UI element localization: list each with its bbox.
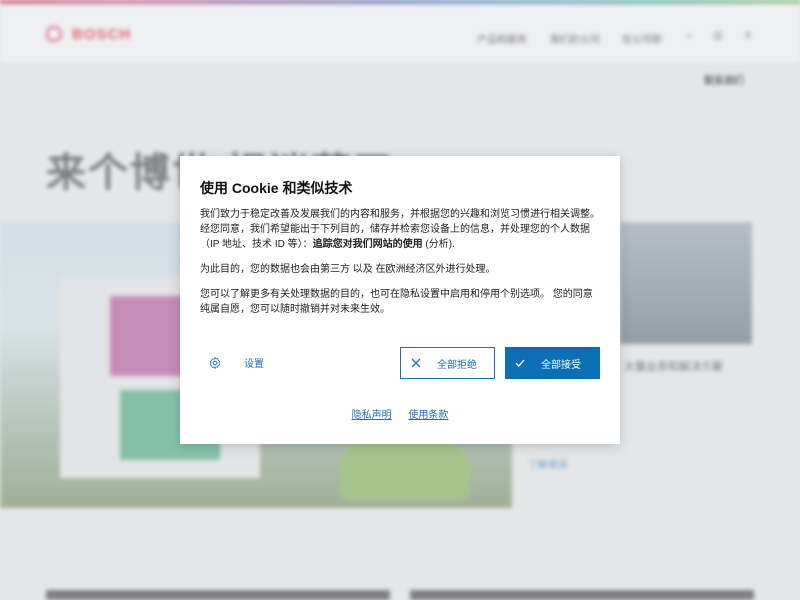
consent-paragraph-2: 为此目的，您的数据也会由第三方 以及 在欧洲经济区外进行处理。	[200, 264, 496, 275]
terms-of-use-link[interactable]: 使用条款	[408, 410, 448, 421]
checkmark-icon	[515, 359, 525, 367]
gear-icon	[209, 356, 221, 369]
reject-all-label: 全部拒绝	[437, 359, 477, 371]
settings-label: 设置	[244, 359, 264, 370]
privacy-statement-link[interactable]: 隐私声明	[352, 410, 392, 421]
consent-tracking-purpose: 追踪您对我们网站的使用	[312, 239, 423, 250]
accept-all-button[interactable]: 全部接受	[505, 347, 600, 379]
consent-paragraph-1-suffix: (分析).	[422, 239, 455, 250]
consent-paragraph-3: 您可以了解更多有关处理数据的目的，也可在隐私设置中启用和停用个别选项。 您的同意…	[200, 289, 593, 315]
settings-button[interactable]: 设置	[208, 355, 264, 370]
close-icon	[411, 358, 421, 368]
accept-all-label: 全部接受	[541, 359, 581, 371]
reject-all-button[interactable]: 全部拒绝	[400, 347, 495, 379]
dialog-links: 隐私声明 使用条款	[180, 406, 620, 421]
cookie-consent-dialog: 使用 Cookie 和类似技术 我们致力于稳定改善及发展我们的内容和服务，并根据…	[180, 156, 620, 444]
dialog-title: 使用 Cookie 和类似技术	[200, 180, 353, 196]
consent-paragraph-1: 我们致力于稳定改善及发展我们的内容和服务，并根据您的兴趣和浏览习惯进行相关调整。…	[200, 207, 600, 252]
